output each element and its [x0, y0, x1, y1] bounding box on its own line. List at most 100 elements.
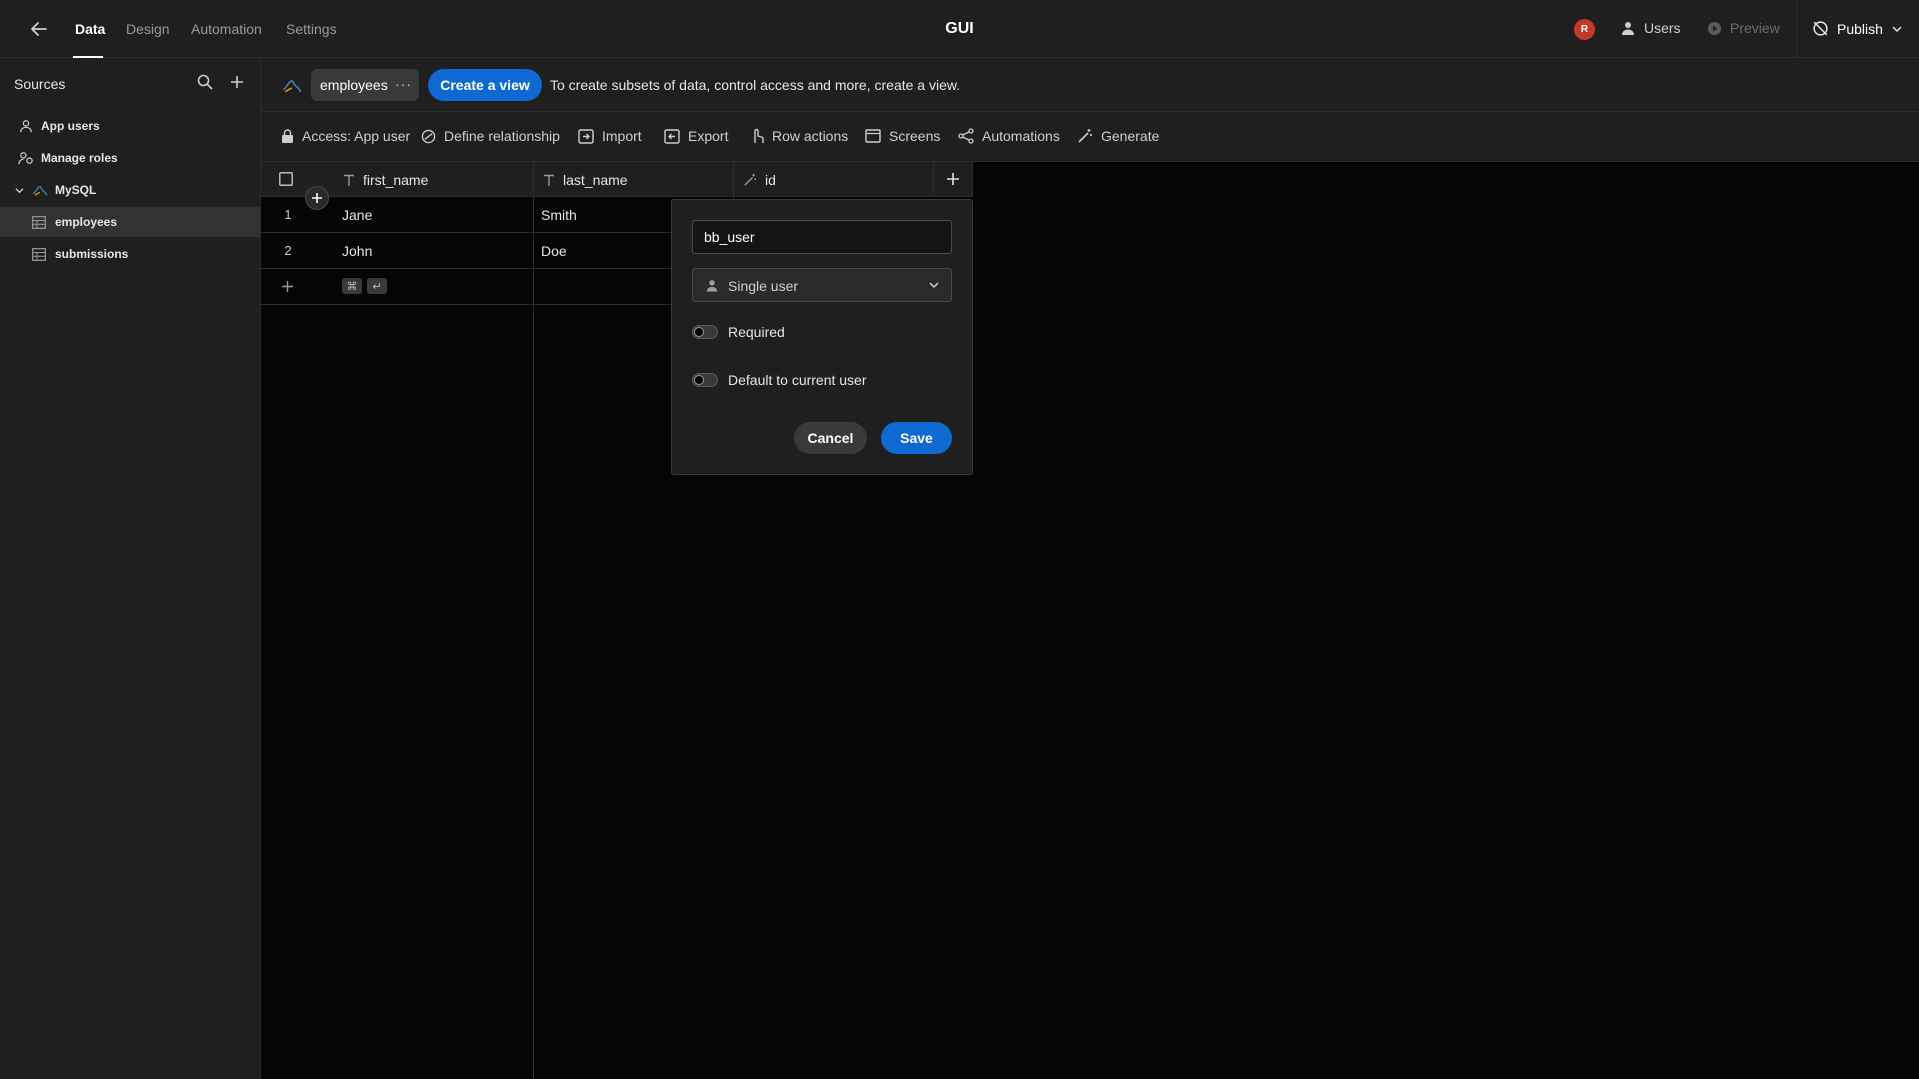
automations-label: Automations: [982, 128, 1060, 144]
users-button[interactable]: Users: [1620, 20, 1681, 36]
data-grid: first_name last_name id 1 Jane Smith 2 J…: [261, 162, 1919, 1079]
required-toggle-row[interactable]: Required: [692, 324, 785, 340]
sidebar-item-label: MySQL: [55, 183, 97, 197]
sidebar-item-mysql[interactable]: MySQL: [0, 175, 260, 205]
screens-button[interactable]: Screens: [865, 128, 940, 144]
magic-wand-icon: [1078, 129, 1092, 143]
table-name-pill[interactable]: employees ···: [311, 69, 419, 101]
export-button[interactable]: Export: [664, 128, 728, 144]
user-icon: [705, 278, 719, 296]
publish-button[interactable]: Publish: [1812, 20, 1903, 37]
pointer-icon: [754, 128, 764, 143]
column-header-id[interactable]: id: [743, 172, 776, 188]
chevron-down-icon: [15, 186, 24, 195]
column-divider: [933, 162, 934, 197]
sidebar: Sources App users Manage roles MySQL emp…: [0, 58, 261, 1079]
row-number: 1: [284, 207, 292, 222]
lock-icon: [282, 128, 293, 143]
generate-label: Generate: [1101, 128, 1160, 144]
sidebar-item-submissions[interactable]: submissions: [0, 239, 260, 269]
required-label: Required: [728, 324, 785, 340]
screen-icon: [865, 129, 881, 143]
import-label: Import: [602, 128, 642, 144]
chevron-down-icon: [1892, 25, 1902, 32]
sidebar-item-app-users[interactable]: App users: [0, 111, 260, 141]
cell-last-name[interactable]: Smith: [541, 207, 577, 223]
add-column-circle-button[interactable]: [305, 186, 329, 210]
cell-first-name[interactable]: John: [342, 243, 372, 259]
table-name: employees: [320, 77, 388, 93]
row-actions-button[interactable]: Row actions: [751, 128, 848, 144]
sidebar-item-label: employees: [55, 215, 118, 229]
column-divider: [533, 162, 534, 1079]
create-view-hint: To create subsets of data, control acces…: [550, 77, 961, 93]
access-label: Access: App user: [302, 128, 411, 144]
import-icon: [578, 128, 594, 144]
top-divider: [1796, 0, 1797, 58]
add-source-icon[interactable]: [228, 73, 248, 93]
play-icon: [1707, 21, 1722, 35]
row-number: 2: [284, 243, 292, 258]
publish-label: Publish: [1837, 20, 1883, 37]
define-relationship-label: Define relationship: [444, 128, 560, 144]
avatar[interactable]: R: [1574, 19, 1595, 40]
column-header-last-name[interactable]: last_name: [543, 172, 628, 188]
row-actions-label: Row actions: [772, 128, 849, 144]
back-arrow-icon[interactable]: [26, 16, 52, 42]
save-button[interactable]: Save: [881, 422, 952, 454]
generate-button[interactable]: Generate: [1077, 128, 1159, 144]
column-header-label: id: [765, 172, 776, 188]
sidebar-item-label: submissions: [55, 247, 129, 261]
relationship-icon: [421, 129, 436, 143]
cancel-button[interactable]: Cancel: [794, 422, 867, 454]
search-icon[interactable]: [196, 73, 216, 93]
column-header-first-name[interactable]: first_name: [343, 172, 428, 188]
grid-header-row: first_name last_name id: [261, 162, 973, 197]
magic-wand-icon: [744, 173, 757, 186]
sidebar-item-manage-roles[interactable]: Manage roles: [0, 143, 260, 173]
users-icon: [1622, 22, 1634, 35]
text-type-icon: [544, 174, 554, 186]
user-icon: [19, 119, 33, 133]
publish-icon: [1813, 21, 1828, 36]
table-header-bar: employees ··· Create a view To create su…: [261, 58, 1919, 112]
import-button[interactable]: Import: [578, 128, 642, 144]
column-header-label: first_name: [363, 172, 429, 188]
add-column-icon[interactable]: [946, 172, 960, 189]
nav-tab-design[interactable]: Design: [126, 21, 170, 37]
top-bar: Data Design Automation Settings GUI R Us…: [0, 0, 1919, 58]
select-all-checkbox[interactable]: [279, 172, 293, 189]
text-type-icon: [344, 174, 354, 186]
define-relationship-button[interactable]: Define relationship: [421, 128, 560, 144]
cmd-key: ⌘: [342, 278, 362, 294]
create-view-button[interactable]: Create a view: [428, 69, 542, 101]
automations-button[interactable]: Automations: [958, 128, 1060, 144]
column-divider: [972, 162, 973, 197]
column-name-input[interactable]: [692, 220, 952, 254]
default-current-user-label: Default to current user: [728, 372, 867, 388]
cell-last-name[interactable]: Doe: [541, 243, 567, 259]
users-label: Users: [1644, 20, 1681, 36]
sidebar-item-label: Manage roles: [41, 151, 118, 165]
nav-tab-settings[interactable]: Settings: [286, 21, 337, 37]
chevron-down-icon: [928, 279, 940, 294]
column-type-select[interactable]: Single user: [692, 268, 952, 302]
table-toolbar: Access: App user Define relationship Imp…: [261, 112, 1919, 162]
more-options-icon[interactable]: ···: [395, 76, 412, 92]
column-header-label: last_name: [563, 172, 628, 188]
access-button[interactable]: Access: App user: [281, 128, 410, 144]
default-current-user-toggle[interactable]: [692, 373, 718, 387]
sidebar-item-employees[interactable]: employees: [0, 207, 260, 237]
required-toggle[interactable]: [692, 325, 718, 339]
nav-tab-data[interactable]: Data: [75, 21, 105, 37]
sidebar-item-label: App users: [41, 119, 100, 133]
roles-icon: [18, 151, 34, 165]
default-user-toggle-row[interactable]: Default to current user: [692, 372, 867, 388]
add-row-icon[interactable]: [281, 280, 294, 296]
sidebar-title: Sources: [14, 76, 66, 92]
preview-button[interactable]: Preview: [1707, 20, 1780, 36]
screens-label: Screens: [889, 128, 941, 144]
export-icon: [664, 128, 680, 144]
nav-tab-automation[interactable]: Automation: [191, 21, 262, 37]
cell-first-name[interactable]: Jane: [342, 207, 372, 223]
